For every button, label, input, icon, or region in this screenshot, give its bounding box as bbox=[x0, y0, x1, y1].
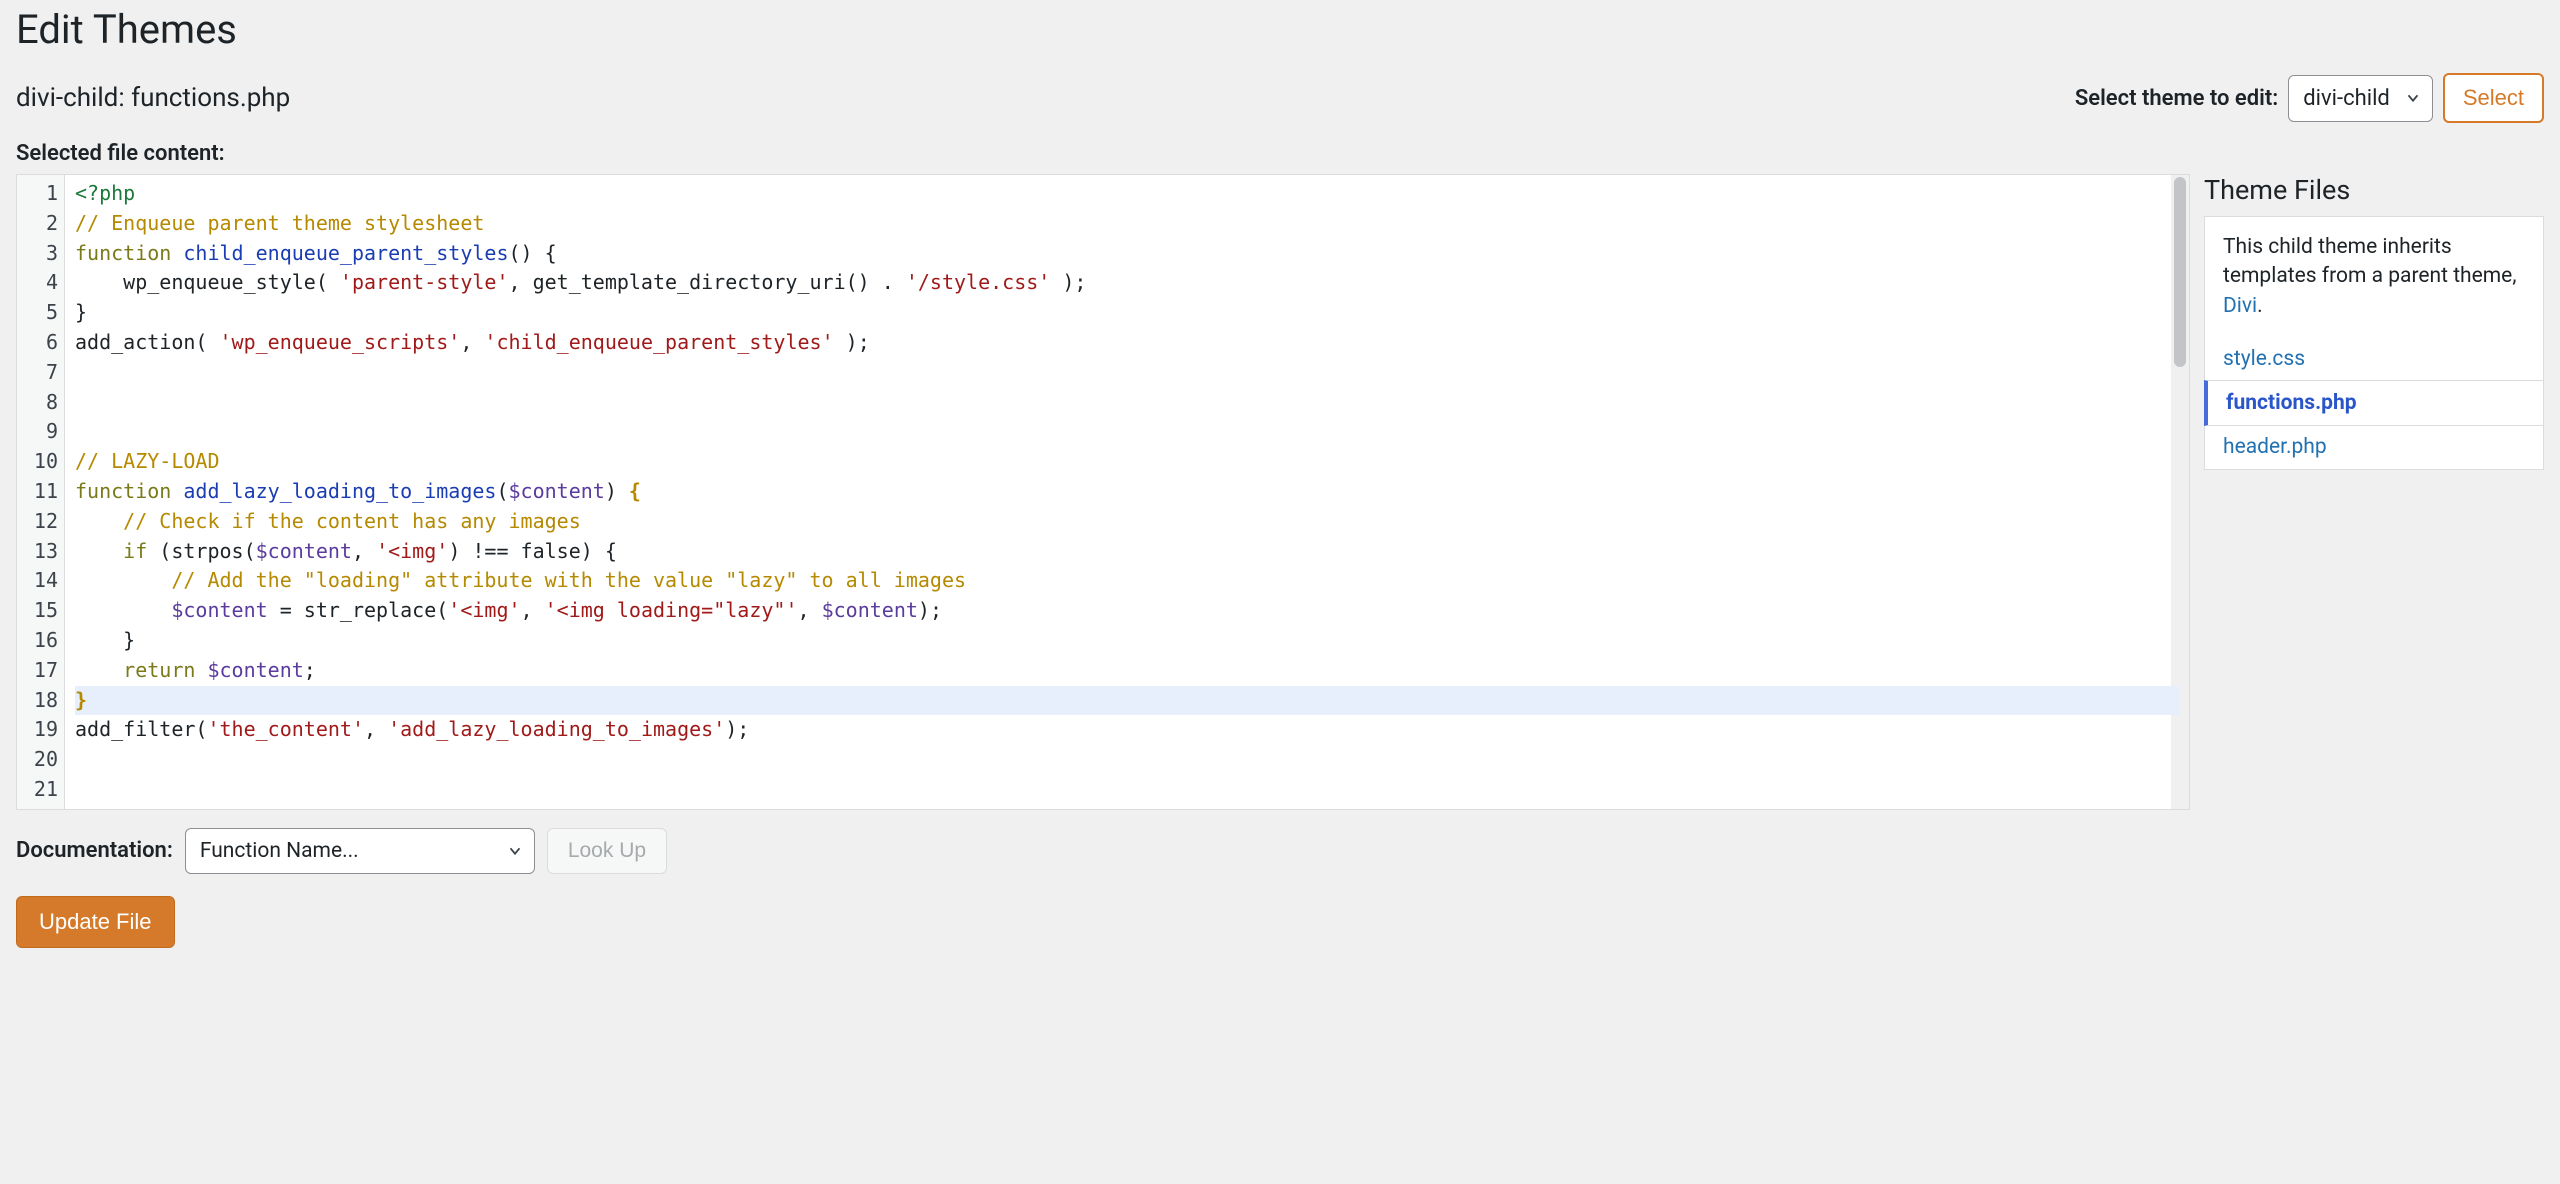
chevron-down-icon bbox=[506, 842, 524, 860]
lookup-button[interactable]: Look Up bbox=[547, 828, 667, 874]
theme-file-header[interactable]: header.php bbox=[2205, 425, 2543, 469]
select-button[interactable]: Select bbox=[2443, 73, 2544, 123]
selected-file-content-label: Selected file content: bbox=[16, 141, 2544, 166]
code-content[interactable]: <?php // Enqueue parent theme stylesheet… bbox=[65, 175, 2189, 809]
page-title: Edit Themes bbox=[16, 0, 2544, 53]
parent-theme-link[interactable]: Divi bbox=[2223, 294, 2257, 318]
theme-select[interactable]: divi-child bbox=[2288, 75, 2433, 122]
select-theme-label: Select theme to edit: bbox=[2075, 86, 2278, 111]
documentation-select[interactable]: Function Name... bbox=[185, 828, 535, 874]
line-gutter: 123 456 789 101112 131415 161718 192021 bbox=[17, 175, 65, 809]
theme-file-style[interactable]: style.css bbox=[2205, 337, 2543, 381]
theme-file-functions[interactable]: functions.php bbox=[2204, 380, 2544, 426]
theme-select-value: divi-child bbox=[2303, 86, 2390, 111]
documentation-label: Documentation: bbox=[16, 838, 173, 863]
theme-files-panel: This child theme inherits templates from… bbox=[2204, 216, 2544, 470]
code-editor[interactable]: 123 456 789 101112 131415 161718 192021 … bbox=[16, 174, 2190, 810]
update-file-button[interactable]: Update File bbox=[16, 896, 175, 948]
theme-files-heading: Theme Files bbox=[2204, 174, 2544, 206]
inherit-note: This child theme inherits templates from… bbox=[2205, 217, 2543, 337]
file-heading: divi-child: functions.php bbox=[16, 83, 290, 113]
chevron-down-icon bbox=[2404, 89, 2422, 107]
documentation-select-value: Function Name... bbox=[200, 839, 359, 863]
